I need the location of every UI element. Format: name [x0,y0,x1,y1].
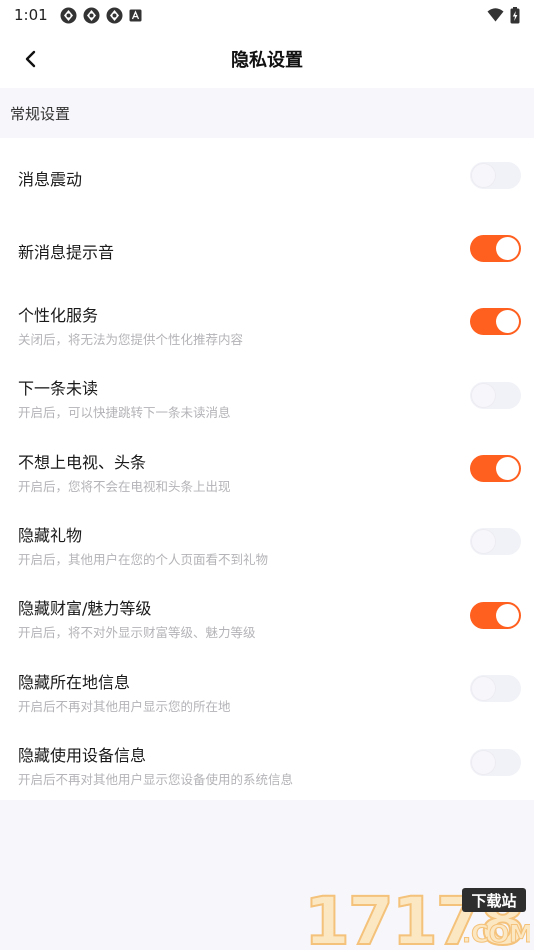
hide-tv-headline-toggle[interactable] [470,455,521,482]
setting-title: 隐藏财富/魅力等级 [18,599,152,618]
setting-title: 新消息提示音 [18,243,115,262]
setting-title: 消息震动 [18,170,83,189]
a-box-icon [129,9,142,21]
app-icon [83,7,100,23]
toggle-knob [496,237,519,260]
toggle-knob [496,310,519,333]
status-bar: 1:01 [0,0,534,30]
setting-title: 隐藏使用设备信息 [18,746,147,765]
setting-subtitle: 开启后，其他用户在您的个人页面看不到礼物 [18,552,269,567]
setting-title: 隐藏礼物 [18,526,83,545]
setting-row-hide-device-info: 隐藏使用设备信息 开启后不再对其他用户显示您设备使用的系统信息 [0,725,534,800]
chevron-left-icon [25,50,36,68]
status-right-icons [487,6,520,24]
setting-row-hide-tv-headline: 不想上电视、头条 开启后，您将不会在电视和头条上出现 [0,432,534,505]
setting-row-message-vibration: 消息震动 [0,138,534,212]
toggle-knob [472,530,495,553]
toggle-knob [496,457,519,480]
setting-row-hide-location: 隐藏所在地信息 开启后不再对其他用户显示您的所在地 [0,652,534,725]
battery-charging-icon [510,6,520,23]
watermark-logo: 17178 下载站 .COM [303,886,530,948]
toggle-knob [472,751,495,774]
hide-wealth-level-toggle[interactable] [470,602,521,629]
personalized-service-toggle[interactable] [470,308,521,335]
next-unread-toggle[interactable] [470,382,521,409]
toggle-knob [472,677,495,700]
watermark-tag: 下载站 [471,892,516,910]
hide-gifts-toggle[interactable] [470,528,521,555]
page-title: 隐私设置 [231,50,303,71]
settings-list: 消息震动 新消息提示音 个性化服务 关闭后，将无法为您提供个性化推荐内容 下一条… [0,138,534,800]
hide-location-toggle[interactable] [470,675,521,702]
message-vibration-toggle[interactable] [470,162,521,189]
setting-subtitle: 开启后不再对其他用户显示您的所在地 [18,699,231,714]
new-message-sound-toggle[interactable] [470,235,521,262]
watermark-domain: .COM [462,920,530,948]
setting-title: 隐藏所在地信息 [18,673,131,692]
toggle-knob [472,164,495,187]
wifi-icon [487,8,504,22]
setting-row-personalized-service: 个性化服务 关闭后，将无法为您提供个性化推荐内容 [0,285,534,358]
setting-title: 个性化服务 [18,306,99,325]
toggle-knob [472,384,495,407]
setting-row-new-message-sound: 新消息提示音 [0,212,534,285]
setting-subtitle: 开启后不再对其他用户显示您设备使用的系统信息 [18,772,294,787]
status-time: 1:01 [14,6,48,24]
setting-row-next-unread: 下一条未读 开启后，可以快捷跳转下一条未读消息 [0,358,534,432]
toggle-knob [496,604,519,627]
setting-subtitle: 开启后，您将不会在电视和头条上出现 [18,479,231,494]
section-header: 常规设置 [10,104,71,123]
status-icons [60,7,142,24]
setting-row-hide-wealth-level: 隐藏财富/魅力等级 开启后，将不对外显示财富等级、魅力等级 [0,578,534,652]
nav-bar: 隐私设置 [0,30,534,88]
hide-device-info-toggle[interactable] [470,749,521,776]
setting-row-hide-gifts: 隐藏礼物 开启后，其他用户在您的个人页面看不到礼物 [0,505,534,578]
setting-subtitle: 开启后，可以快捷跳转下一条未读消息 [18,405,231,420]
setting-subtitle: 开启后，将不对外显示财富等级、魅力等级 [18,625,256,640]
app-icon [106,7,123,23]
setting-title: 下一条未读 [18,379,99,398]
setting-title: 不想上电视、头条 [18,453,147,472]
back-button[interactable] [16,44,46,74]
app-icon [60,7,77,23]
setting-subtitle: 关闭后，将无法为您提供个性化推荐内容 [18,332,244,347]
